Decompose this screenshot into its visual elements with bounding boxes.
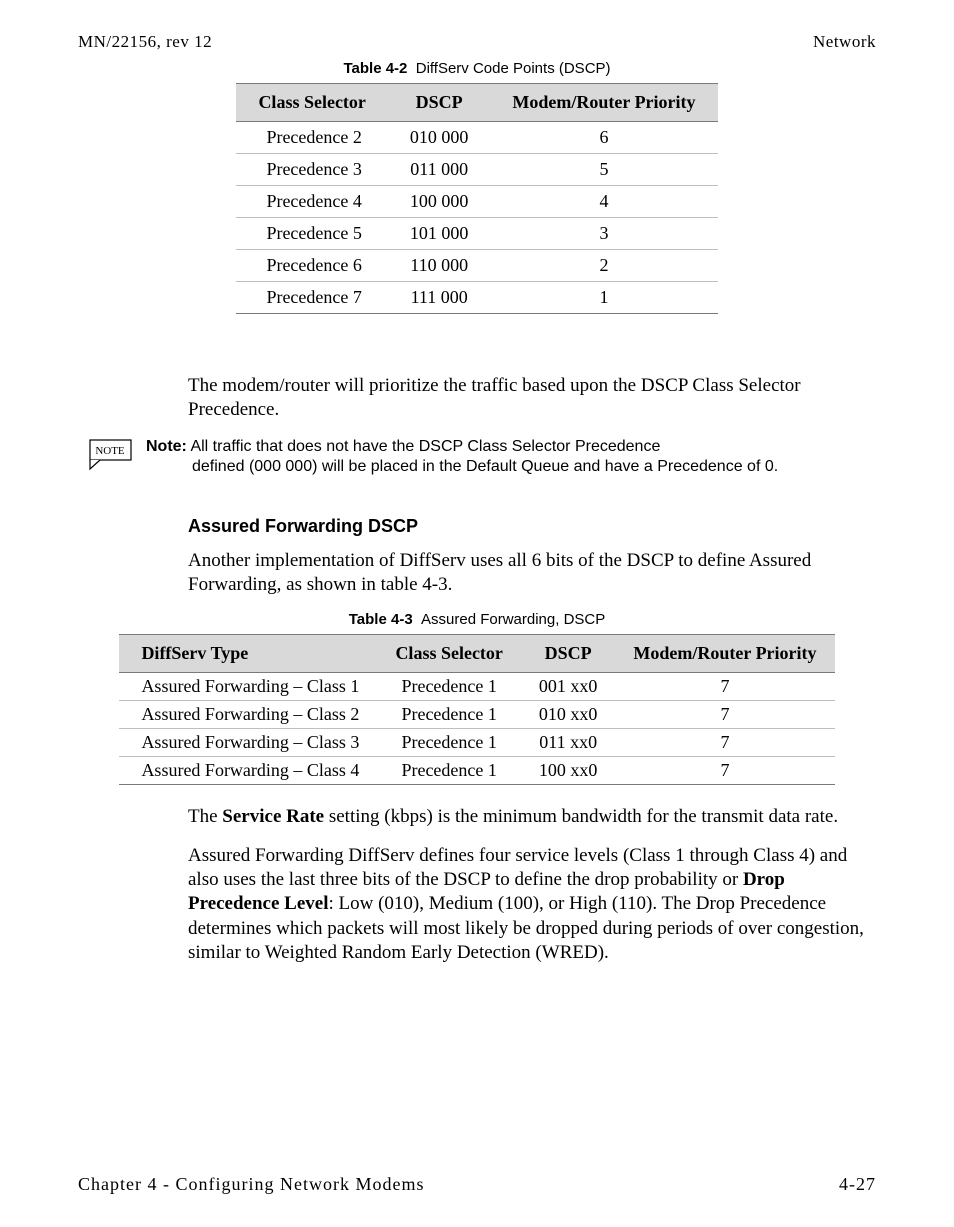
table-4-3: DiffServ Type Class Selector DSCP Modem/… (119, 634, 834, 785)
cell: 7 (615, 673, 834, 701)
table-row: Precedence 6 110 000 2 (236, 250, 717, 282)
table-row: DiffServ Type Class Selector DSCP Modem/… (119, 635, 834, 673)
note-block: NOTE Note: All traffic that does not hav… (78, 437, 876, 482)
cell: Precedence 1 (377, 757, 520, 785)
note-icon-text: NOTE (95, 445, 125, 457)
table-row: Precedence 3 011 000 5 (236, 154, 717, 186)
cell: 5 (490, 154, 717, 186)
paragraph: Another implementation of DiffServ uses … (188, 549, 876, 598)
footer-right: 4-27 (839, 1174, 876, 1195)
cell: 010 xx0 (521, 701, 616, 729)
table-row: Assured Forwarding – Class 2 Precedence … (119, 701, 834, 729)
text: setting (kbps) is the minimum bandwidth … (324, 806, 838, 827)
col-header: DiffServ Type (119, 635, 377, 673)
footer-left: Chapter 4 - Configuring Network Modems (78, 1174, 424, 1195)
cell: 100 000 (388, 186, 491, 218)
table-row: Precedence 5 101 000 3 (236, 218, 717, 250)
cell: Assured Forwarding – Class 1 (119, 673, 377, 701)
cell: 011 000 (388, 154, 491, 186)
paragraph: The modem/router will prioritize the tra… (188, 374, 876, 423)
note-text: Note: All traffic that does not have the… (146, 437, 778, 478)
cell: 2 (490, 250, 717, 282)
col-header: DSCP (521, 635, 616, 673)
header-left: MN/22156, rev 12 (78, 32, 212, 52)
cell: 101 000 (388, 218, 491, 250)
cell: 111 000 (388, 282, 491, 314)
paragraph: The Service Rate setting (kbps) is the m… (188, 805, 876, 829)
table-4-2-caption: Table 4-2 DiffServ Code Points (DSCP) (78, 60, 876, 77)
col-header: Class Selector (236, 84, 387, 122)
cell: Assured Forwarding – Class 3 (119, 729, 377, 757)
cell: Precedence 1 (377, 673, 520, 701)
col-header: DSCP (388, 84, 491, 122)
table-4-2-text: DiffServ Code Points (DSCP) (416, 60, 611, 77)
table-4-3-caption: Table 4-3 Assured Forwarding, DSCP (78, 611, 876, 628)
cell: Precedence 1 (377, 729, 520, 757)
subheading-assured-forwarding: Assured Forwarding DSCP (188, 516, 876, 537)
page-header: MN/22156, rev 12 Network (78, 32, 876, 52)
note-label: Note: (146, 438, 187, 455)
cell: 7 (615, 701, 834, 729)
cell: 3 (490, 218, 717, 250)
cell: 7 (615, 729, 834, 757)
paragraph: Assured Forwarding DiffServ defines four… (188, 844, 876, 966)
col-header: Class Selector (377, 635, 520, 673)
cell: Precedence 7 (236, 282, 387, 314)
table-4-2: Class Selector DSCP Modem/Router Priorit… (236, 83, 717, 314)
table-row: Assured Forwarding – Class 4 Precedence … (119, 757, 834, 785)
cell: Assured Forwarding – Class 4 (119, 757, 377, 785)
cell: Precedence 3 (236, 154, 387, 186)
header-right: Network (813, 32, 876, 52)
table-row: Precedence 2 010 000 6 (236, 122, 717, 154)
page-footer: Chapter 4 - Configuring Network Modems 4… (78, 1174, 876, 1195)
cell: Precedence 1 (377, 701, 520, 729)
col-header: Modem/Router Priority (615, 635, 834, 673)
cell: Precedence 4 (236, 186, 387, 218)
cell: 100 xx0 (521, 757, 616, 785)
note-line1: All traffic that does not have the DSCP … (190, 438, 660, 455)
table-4-2-label: Table 4-2 (343, 60, 407, 77)
cell: Precedence 6 (236, 250, 387, 282)
cell: 4 (490, 186, 717, 218)
cell: 001 xx0 (521, 673, 616, 701)
text: The (188, 806, 222, 827)
table-row: Precedence 4 100 000 4 (236, 186, 717, 218)
table-4-3-label: Table 4-3 (349, 611, 413, 628)
col-header: Modem/Router Priority (490, 84, 717, 122)
cell: Precedence 5 (236, 218, 387, 250)
cell: 010 000 (388, 122, 491, 154)
col-header-text: Modem/Router Priority (512, 92, 695, 112)
note-line2: defined (000 000) will be placed in the … (146, 457, 778, 477)
service-rate-bold: Service Rate (222, 806, 324, 827)
cell: Precedence 2 (236, 122, 387, 154)
cell: 110 000 (388, 250, 491, 282)
cell: 011 xx0 (521, 729, 616, 757)
table-row: Precedence 7 111 000 1 (236, 282, 717, 314)
cell: 7 (615, 757, 834, 785)
col-header-text: Modem/Router Priority (633, 643, 816, 663)
note-icon: NOTE (78, 439, 132, 482)
cell: Assured Forwarding – Class 2 (119, 701, 377, 729)
cell: 1 (490, 282, 717, 314)
table-row: Assured Forwarding – Class 1 Precedence … (119, 673, 834, 701)
table-row: Assured Forwarding – Class 3 Precedence … (119, 729, 834, 757)
page: MN/22156, rev 12 Network Table 4-2 DiffS… (0, 0, 954, 1227)
table-4-3-text: Assured Forwarding, DSCP (421, 611, 605, 628)
cell: 6 (490, 122, 717, 154)
table-row: Class Selector DSCP Modem/Router Priorit… (236, 84, 717, 122)
